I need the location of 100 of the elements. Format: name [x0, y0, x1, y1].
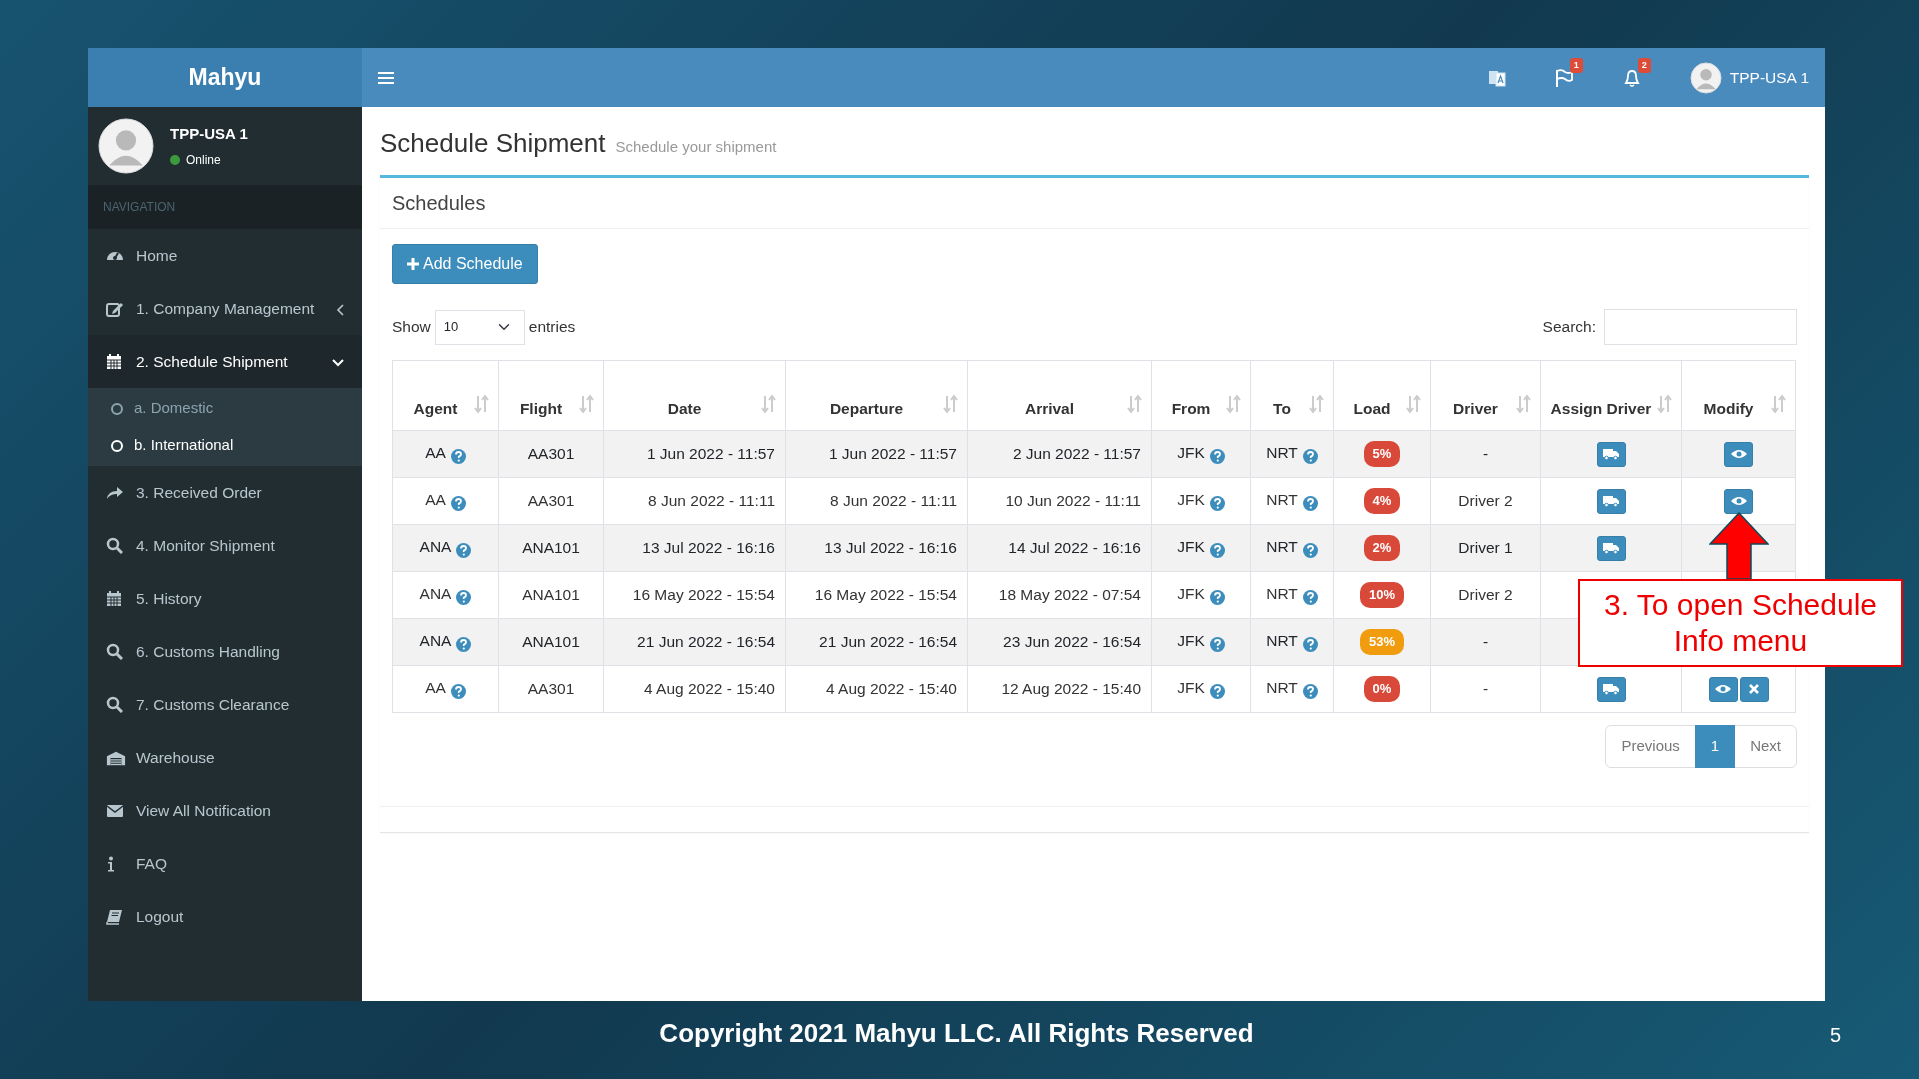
load-badge: 2%	[1363, 535, 1401, 561]
sidebar-item[interactable]: View All Notification	[88, 784, 362, 837]
help-icon[interactable]	[1302, 683, 1318, 699]
load-badge: 5%	[1363, 441, 1401, 467]
table-cell: 8 Jun 2022 - 11:11	[648, 492, 775, 510]
table-cell: NRT	[1266, 585, 1298, 603]
menu-icon[interactable]	[378, 71, 394, 86]
avatar-icon	[1689, 61, 1722, 94]
column-header[interactable]: From	[1171, 399, 1211, 417]
search-field[interactable]	[1604, 309, 1797, 345]
table-cell: JFK	[1177, 632, 1205, 650]
translate-icon[interactable]	[1487, 69, 1506, 88]
view-button[interactable]	[1724, 488, 1753, 514]
help-icon[interactable]	[456, 636, 472, 652]
column-header[interactable]: Agent	[413, 399, 458, 417]
user-menu[interactable]: TPP-USA 1	[1729, 65, 1809, 90]
page-link[interactable]: Next	[1734, 725, 1797, 768]
submenu-item[interactable]: a. Domestic	[88, 390, 362, 427]
table-cell: NRT	[1266, 679, 1298, 697]
page-link[interactable]: 1	[1694, 725, 1736, 768]
brand-logo[interactable]: Mahyu	[88, 48, 362, 107]
user-name: TPP-USA 1	[170, 123, 248, 144]
sidebar-item[interactable]: Home	[88, 229, 362, 282]
help-icon[interactable]	[1209, 636, 1225, 652]
add-schedule-button[interactable]: Add Schedule	[392, 244, 538, 284]
chevron-down-icon	[332, 358, 344, 367]
user-status: Online	[186, 152, 221, 170]
column-header[interactable]: Load	[1353, 399, 1391, 417]
sidebar-item[interactable]: 4. Monitor Shipment	[88, 519, 362, 572]
help-icon[interactable]	[1302, 542, 1318, 558]
sidebar-item[interactable]: FAQ	[88, 837, 362, 890]
column-header[interactable]: Driver	[1453, 399, 1498, 417]
help-icon[interactable]	[456, 589, 472, 605]
warehouse-icon	[106, 749, 126, 766]
table-cell: JFK	[1177, 679, 1205, 697]
help-icon[interactable]	[1302, 636, 1318, 652]
help-icon[interactable]	[1302, 448, 1318, 464]
table-cell: 10 Jun 2022 - 11:11	[1005, 492, 1141, 510]
column-header[interactable]: To	[1273, 399, 1291, 417]
column-header[interactable]: Modify	[1703, 399, 1754, 417]
help-icon[interactable]	[1209, 683, 1225, 699]
status-dot	[170, 155, 180, 166]
sidebar-item[interactable]: Warehouse	[88, 731, 362, 784]
help-icon[interactable]	[1209, 448, 1225, 464]
book-icon	[106, 908, 123, 925]
load-badge: 4%	[1363, 488, 1401, 514]
table-cell: AA301	[527, 492, 575, 510]
delete-button[interactable]	[1739, 676, 1769, 702]
help-icon[interactable]	[1209, 542, 1225, 558]
table-cell: Driver 2	[1458, 492, 1513, 510]
plus-icon	[407, 258, 419, 270]
table-cell: ANA	[419, 585, 452, 603]
flag-icon[interactable]	[1553, 68, 1574, 89]
sidebar-item[interactable]: 3. Received Order	[88, 466, 362, 519]
column-header[interactable]: Assign Driver	[1550, 399, 1652, 417]
help-icon[interactable]	[450, 448, 466, 464]
help-icon[interactable]	[1209, 495, 1225, 511]
table-cell: JFK	[1177, 491, 1205, 509]
callout-text: 3. To open Schedule Info menu	[1578, 579, 1903, 667]
table-cell: AA	[425, 491, 446, 509]
submenu-item[interactable]: b. International	[88, 427, 362, 464]
table-cell: ANA	[419, 632, 452, 650]
sidebar-item[interactable]: Logout	[88, 890, 362, 943]
calendar-icon	[106, 353, 122, 370]
table-cell: 13 Jul 2022 - 16:16	[824, 539, 957, 557]
sidebar-item[interactable]: 7. Customs Clearance	[88, 678, 362, 731]
sidebar-item[interactable]: 2. Schedule Shipment	[88, 335, 362, 388]
entries-label: entries	[528, 317, 576, 338]
search-icon	[106, 643, 123, 660]
column-header[interactable]: Date	[667, 399, 702, 417]
eye-icon	[1730, 496, 1747, 506]
column-header[interactable]: Departure	[829, 399, 904, 417]
assign-driver-button[interactable]	[1596, 488, 1626, 514]
sidebar-item[interactable]: 1. Company Management	[88, 282, 362, 335]
count-badge: 2	[1637, 57, 1651, 73]
assign-driver-button[interactable]	[1596, 441, 1626, 467]
table-cell: ANA101	[522, 633, 580, 651]
table-cell: AA301	[527, 680, 575, 698]
help-icon[interactable]	[1302, 495, 1318, 511]
search-icon	[106, 537, 123, 554]
entries-select[interactable]: 10	[434, 309, 525, 345]
help-icon[interactable]	[456, 542, 472, 558]
table-cell: 16 May 2022 - 15:54	[632, 586, 775, 604]
column-header[interactable]: Arrival	[1024, 399, 1075, 417]
circle-icon	[110, 402, 124, 417]
help-icon[interactable]	[450, 495, 466, 511]
table-cell: AA301	[527, 445, 575, 463]
page-subtitle: Schedule your shipment	[615, 138, 777, 155]
view-button[interactable]	[1724, 441, 1753, 467]
page-link[interactable]: Previous	[1605, 725, 1696, 768]
help-icon[interactable]	[450, 683, 466, 699]
sidebar-item[interactable]: 6. Customs Handling	[88, 625, 362, 678]
view-button[interactable]	[1708, 676, 1738, 702]
assign-driver-button[interactable]	[1596, 676, 1626, 702]
nav-header: NAVIGATION	[88, 185, 362, 229]
assign-driver-button[interactable]	[1596, 535, 1626, 561]
help-icon[interactable]	[1209, 589, 1225, 605]
column-header[interactable]: Flight	[519, 399, 563, 417]
sidebar-item[interactable]: 5. History	[88, 572, 362, 625]
help-icon[interactable]	[1302, 589, 1318, 605]
